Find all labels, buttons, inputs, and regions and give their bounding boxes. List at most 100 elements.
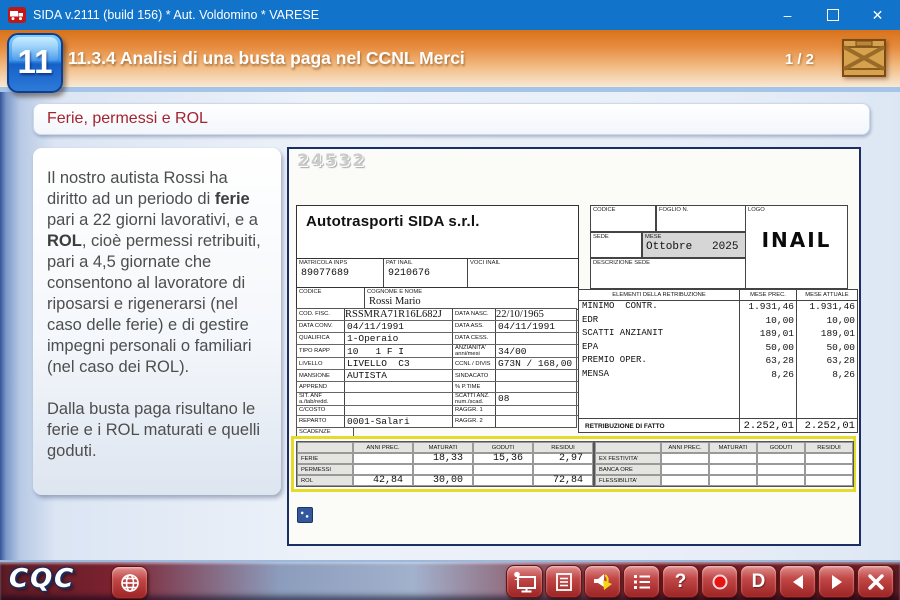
audio-button[interactable] [584, 565, 621, 598]
globe-icon [119, 572, 141, 594]
total-amount: 2.252,01 [739, 418, 796, 432]
window-controls: – ✕ [765, 0, 900, 30]
field-label: VOCI INAIL [468, 259, 578, 267]
field-label: CCNL / DIVIS [452, 358, 495, 369]
retribuzione-table: ELEMENTI DELLA RETRIBUZIONE MESE PREC. M… [578, 289, 858, 433]
pay-amount: 10,00 [739, 315, 796, 329]
pay-item: EDR [579, 315, 739, 329]
field-value: RSSMRA71R16L682J [345, 309, 442, 320]
cqc-logo: CQC [9, 564, 75, 594]
audio-icon [591, 571, 615, 593]
minimize-button[interactable]: – [765, 0, 810, 30]
lesson-text: Il nostro autista Rossi ha diritto ad un… [47, 169, 228, 208]
list-icon [631, 571, 653, 593]
field-label: DATA ASS. [452, 321, 495, 332]
help-button[interactable]: ? [662, 565, 699, 598]
field-label: MATRICOLA INPS [297, 259, 383, 267]
field-value: 34/00 [496, 346, 527, 357]
column-header: ANNI PREC. [661, 442, 709, 453]
presentation-button[interactable] [506, 565, 543, 598]
column-header: RESIDUI [533, 442, 593, 453]
lesson-text-bold: ROL [47, 232, 82, 250]
field-label: FOGLIO N. [657, 206, 745, 214]
d-icon: D [752, 571, 766, 593]
pay-amount: 10,00 [796, 315, 857, 329]
maximize-icon [827, 9, 839, 21]
content-area: Ferie, permessi e ROL Il nostro autista … [0, 92, 900, 560]
field-label: COGNOME E NOME [365, 288, 578, 296]
field-label: % P.TIME [452, 382, 495, 391]
total-label: RETRIBUZIONE DI FATTO [579, 418, 739, 432]
column-header: MESE ATTUALE [796, 290, 857, 301]
index-list-button[interactable] [623, 565, 660, 598]
field-label: SCADENZE [297, 428, 353, 436]
company-name: Autotrasporti SIDA s.r.l. [297, 206, 578, 230]
text-page-button[interactable] [545, 565, 582, 598]
lesson-text-panel: Il nostro autista Rossi ha diritto ad un… [33, 148, 281, 495]
record-button[interactable] [701, 565, 738, 598]
maximize-button[interactable] [810, 0, 855, 30]
lesson-header: 11 11.3.4 Analisi di una busta paga nel … [0, 30, 900, 92]
leave-value [473, 464, 533, 475]
field-label: DESCRIZIONE SEDE [591, 259, 745, 267]
field-value: LIVELLO C3 [345, 358, 410, 369]
leave-value [353, 464, 413, 475]
window-titlebar: SIDA v.2111 (build 156) * Aut. Voldomino… [0, 0, 900, 30]
column-header: MESE PREC. [739, 290, 796, 301]
field-label: SEDE [591, 233, 641, 241]
bottom-toolbar: CQC [0, 560, 900, 600]
employee-name-row: CODICE COGNOME E NOMERossi Mario [296, 287, 579, 310]
field-value: 89077689 [297, 268, 383, 279]
month-value: Ottobre 2025 [643, 241, 745, 253]
leave-highlight-box: ANNI PREC. MATURATI GODUTI RESIDUI FERIE… [291, 436, 856, 492]
field-label: DATA NASC. [452, 309, 495, 320]
leave-value: 18,33 [413, 453, 473, 464]
lesson-text: pari a 22 giorni lavorativi, e a [47, 211, 258, 229]
extra-leave-table: ANNI PREC. MATURATI GODUTI RESIDUI EX FE… [594, 441, 854, 487]
field-label: TIPO RAPP [297, 345, 344, 357]
column-header: GODUTI [473, 442, 533, 453]
field-label: SINDACATO [452, 370, 495, 381]
field-value: 1-Operaio [345, 333, 398, 344]
stamp-icon [297, 507, 313, 523]
field-label: C/COSTO [297, 406, 344, 415]
row-label: FLESSIBILITA' [595, 475, 661, 486]
field-label: RAGGR. 2 [452, 416, 495, 427]
pay-amount: 8,26 [739, 369, 796, 383]
field-label: REPARTO [297, 416, 344, 427]
field-label: ANZIANITA' anni/mesi [452, 345, 495, 357]
field-label: PAT INAIL [384, 259, 467, 267]
pay-amount: 63,28 [739, 355, 796, 369]
pay-amount: 8,26 [796, 369, 857, 383]
pay-amount: 1.931,46 [739, 301, 796, 315]
next-button[interactable] [818, 565, 855, 598]
globe-button[interactable] [111, 566, 148, 599]
field-label: APPREND [297, 382, 344, 391]
close-window-button[interactable]: ✕ [855, 0, 900, 30]
d-button[interactable]: D [740, 565, 777, 598]
field-label: DATA CONV. [297, 321, 344, 332]
field-value: AUTISTA [345, 370, 387, 381]
lesson-paragraph: Dalla busta paga risultano le ferie e i … [47, 399, 271, 462]
field-value: 10 1 F I [345, 346, 404, 357]
inail-logo: INAIL [746, 228, 847, 252]
previous-button[interactable] [779, 565, 816, 598]
pay-amount: 50,00 [739, 342, 796, 356]
field-value: 08 [496, 393, 509, 404]
leave-value: 42,84 [353, 475, 413, 486]
leave-value [533, 464, 593, 475]
leave-value: 15,36 [473, 453, 533, 464]
pay-amount: 63,28 [796, 355, 857, 369]
field-label: LOGO [746, 206, 847, 214]
crate-icon [840, 35, 888, 81]
field-label: MESE [643, 233, 745, 241]
field-label: SCATTI ANZ. num./scad. [452, 393, 495, 405]
field-label: LIVELLO [297, 358, 344, 369]
field-value: 0001-Salari [345, 416, 410, 427]
leave-value: 30,00 [413, 475, 473, 486]
exit-button[interactable] [857, 565, 894, 598]
pay-item: PREMIO OPER. [579, 355, 739, 369]
company-box: Autotrasporti SIDA s.r.l. [296, 205, 579, 260]
column-header: GODUTI [757, 442, 805, 453]
total-amount: 2.252,01 [796, 418, 857, 432]
